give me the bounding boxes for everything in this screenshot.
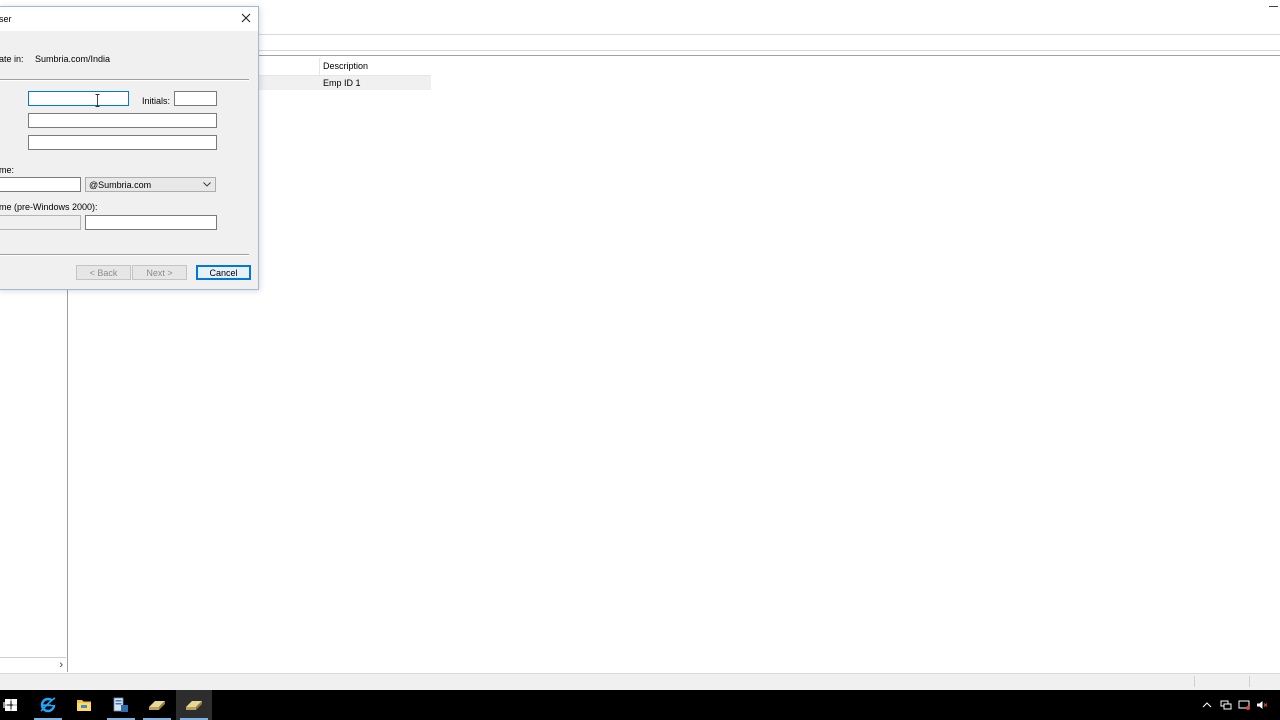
taskbar-ad-users-computers[interactable]	[139, 690, 175, 720]
system-tray	[1202, 690, 1268, 720]
back-button[interactable]: < Back	[76, 265, 131, 280]
pre-windows-2000-label: me (pre-Windows 2000):	[0, 202, 98, 212]
task-view-button[interactable]	[0, 690, 28, 720]
dialog-separator	[0, 79, 249, 81]
dialog-separator	[0, 254, 249, 256]
dialog-title: ser	[0, 14, 12, 24]
ad-users-computers-icon	[186, 701, 202, 710]
chevron-up-icon[interactable]	[1202, 701, 1212, 709]
create-in-path: Sumbria.com/India	[35, 54, 111, 64]
taskbar-internet-explorer[interactable]	[30, 690, 66, 720]
tree-horizontal-scrollbar[interactable]: ›	[0, 657, 66, 673]
task-view-icon	[3, 699, 17, 711]
status-bar	[0, 673, 1280, 691]
ad-users-computers-icon	[149, 701, 165, 710]
taskbar	[0, 690, 1280, 720]
next-button[interactable]: Next >	[132, 265, 187, 280]
list-item-description: Emp ID 1	[323, 78, 361, 88]
text-cursor-icon	[95, 94, 100, 107]
cancel-button[interactable]: Cancel	[196, 265, 251, 280]
taskbar-server-manager[interactable]	[103, 690, 139, 720]
console-tree-pane[interactable]	[0, 289, 68, 672]
create-in-label: ate in:	[0, 54, 24, 64]
internet-explorer-icon	[40, 697, 56, 713]
initials-field[interactable]	[174, 91, 217, 106]
close-button[interactable]	[234, 7, 258, 29]
network-icon[interactable]	[1220, 700, 1232, 710]
pre-windows-2000-domain-field	[0, 215, 81, 230]
taskbar-ad-users-computers-active[interactable]	[176, 690, 212, 720]
taskbar-file-explorer[interactable]	[66, 690, 102, 720]
file-explorer-icon	[77, 700, 91, 711]
column-separator[interactable]	[319, 58, 320, 75]
user-logon-name-field[interactable]	[0, 177, 81, 192]
column-header-description[interactable]: Description	[323, 61, 368, 71]
chevron-down-icon	[203, 182, 211, 187]
dialog-title-bar[interactable]: ser	[0, 7, 258, 31]
volume-muted-icon[interactable]	[1256, 700, 1268, 710]
status-bar-separator	[1194, 676, 1195, 687]
status-bar-separator	[1249, 676, 1250, 687]
minimize-icon[interactable]	[1269, 6, 1278, 7]
scroll-right-icon[interactable]: ›	[59, 659, 63, 672]
list-item[interactable]: Emp ID 1	[258, 76, 431, 90]
last-name-field[interactable]	[28, 113, 217, 128]
server-manager-icon	[113, 697, 128, 712]
upn-suffix-selected: @Sumbria.com	[89, 180, 152, 190]
upn-suffix-dropdown[interactable]: @Sumbria.com	[85, 177, 216, 192]
action-center-icon[interactable]	[1238, 700, 1250, 710]
close-icon	[241, 13, 251, 23]
user-logon-name-label: me:	[0, 165, 15, 175]
pre-windows-2000-logon-field[interactable]	[85, 215, 217, 230]
new-object-user-dialog: ser ate in: Sumbria.com/India Initials: …	[0, 6, 259, 290]
initials-label: Initials:	[142, 96, 171, 106]
first-name-field[interactable]	[28, 91, 129, 106]
full-name-field[interactable]	[28, 135, 217, 150]
